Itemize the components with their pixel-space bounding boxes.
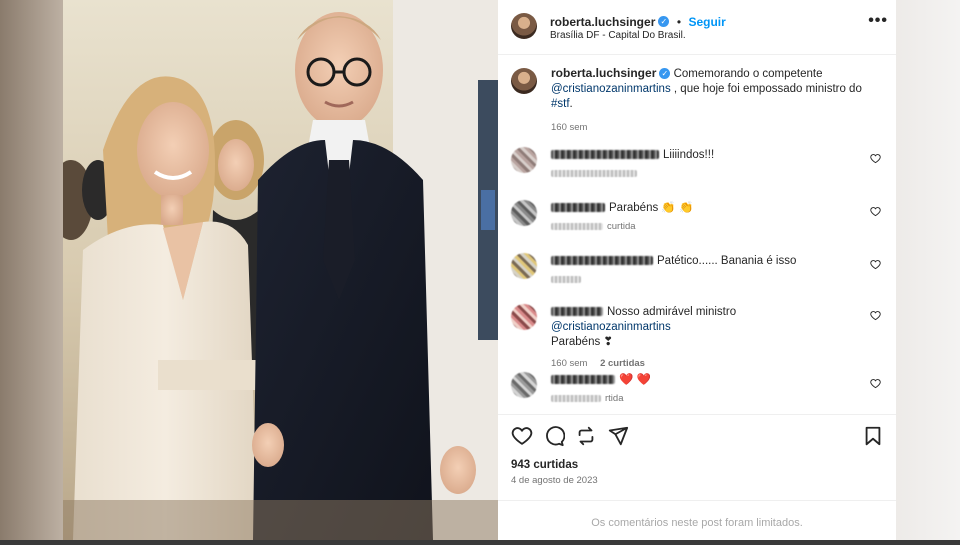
blurred-username[interactable]: [551, 203, 605, 213]
commenter-avatar[interactable]: [511, 200, 537, 226]
post-header: roberta.luchsinger ✓ • Seguir Brasília DF…: [498, 0, 896, 55]
more-options-icon[interactable]: •••: [868, 12, 888, 30]
blurred-comment-meta: [551, 275, 581, 283]
author-username[interactable]: roberta.luchsinger: [550, 15, 655, 29]
commenter-avatar[interactable]: [511, 372, 537, 398]
caption-avatar[interactable]: [511, 68, 537, 94]
comment-likes[interactable]: rtida: [605, 393, 623, 404]
blurred-comment-meta: [551, 222, 603, 230]
verified-badge-icon: ✓: [659, 68, 671, 80]
like-comment-heart-icon[interactable]: [870, 378, 881, 389]
post-date[interactable]: 4 de agosto de 2023: [511, 475, 598, 486]
author-avatar[interactable]: [511, 13, 537, 39]
comment-text-2: Parabéns ❣: [551, 336, 614, 348]
commenter-avatar[interactable]: [511, 147, 537, 173]
verified-badge-icon: ✓: [658, 16, 670, 28]
comment-bubble-icon[interactable]: [543, 425, 565, 447]
separator-dot: •: [676, 15, 682, 29]
comments-limited-notice: Os comentários neste post foram limitado…: [498, 500, 896, 541]
blurred-username[interactable]: [551, 256, 653, 266]
comment-time[interactable]: 160 sem: [551, 358, 587, 369]
caption-mention-link[interactable]: @cristianozaninmartins: [551, 83, 671, 95]
save-bookmark-icon[interactable]: [862, 425, 884, 447]
like-comment-heart-icon[interactable]: [870, 206, 881, 217]
share-send-icon[interactable]: [607, 425, 629, 447]
comment-text: Parabéns 👏 👏: [609, 202, 694, 214]
blurred-username[interactable]: [551, 375, 615, 385]
caption-text-3: .: [569, 98, 573, 110]
repost-icon[interactable]: [575, 425, 597, 447]
caption-hashtag-link[interactable]: #stf: [551, 98, 570, 110]
comment-text: Patético...... Banania é isso: [657, 255, 797, 267]
caption-text-1: Comemorando o competente: [673, 68, 823, 80]
commenter-avatar[interactable]: [511, 304, 537, 330]
like-count[interactable]: 943 curtidas: [511, 459, 578, 471]
comment-text: ❤️ ❤️: [619, 374, 651, 386]
blurred-username[interactable]: [551, 307, 603, 317]
caption-time[interactable]: 160 sem: [551, 120, 881, 135]
post-photo-illustration: [63, 0, 498, 540]
caption-username[interactable]: roberta.luchsinger: [551, 66, 656, 80]
post-location[interactable]: Brasília DF - Capital Do Brasil.: [550, 30, 686, 41]
caption-text-2: , que hoje foi empossado ministro do: [673, 83, 862, 95]
comment-likes[interactable]: 2 curtidas: [600, 358, 645, 369]
post-panel: roberta.luchsinger ✓ • Seguir Brasília DF…: [498, 0, 896, 540]
comment-text: Liiiindos!!!: [663, 149, 715, 161]
like-comment-heart-icon[interactable]: [870, 310, 881, 321]
like-comment-heart-icon[interactable]: [870, 259, 881, 270]
blurred-comment-meta: [551, 394, 601, 402]
blurred-comment-meta: [551, 169, 637, 177]
caption-text: roberta.luchsinger ✓ Comemorando o compet…: [551, 66, 881, 135]
like-comment-heart-icon[interactable]: [870, 153, 881, 164]
blurred-username[interactable]: [551, 150, 659, 160]
follow-button[interactable]: Seguir: [688, 15, 725, 29]
post-actions-bar: [498, 414, 896, 455]
commenter-avatar[interactable]: [511, 253, 537, 279]
post-photo[interactable]: [63, 0, 498, 540]
comment-text-1: Nosso admirável ministro: [607, 306, 737, 318]
comment-likes[interactable]: curtida: [607, 221, 636, 232]
comment-mention-link[interactable]: @cristianozaninmartins: [551, 321, 671, 333]
like-heart-icon[interactable]: [511, 425, 533, 447]
